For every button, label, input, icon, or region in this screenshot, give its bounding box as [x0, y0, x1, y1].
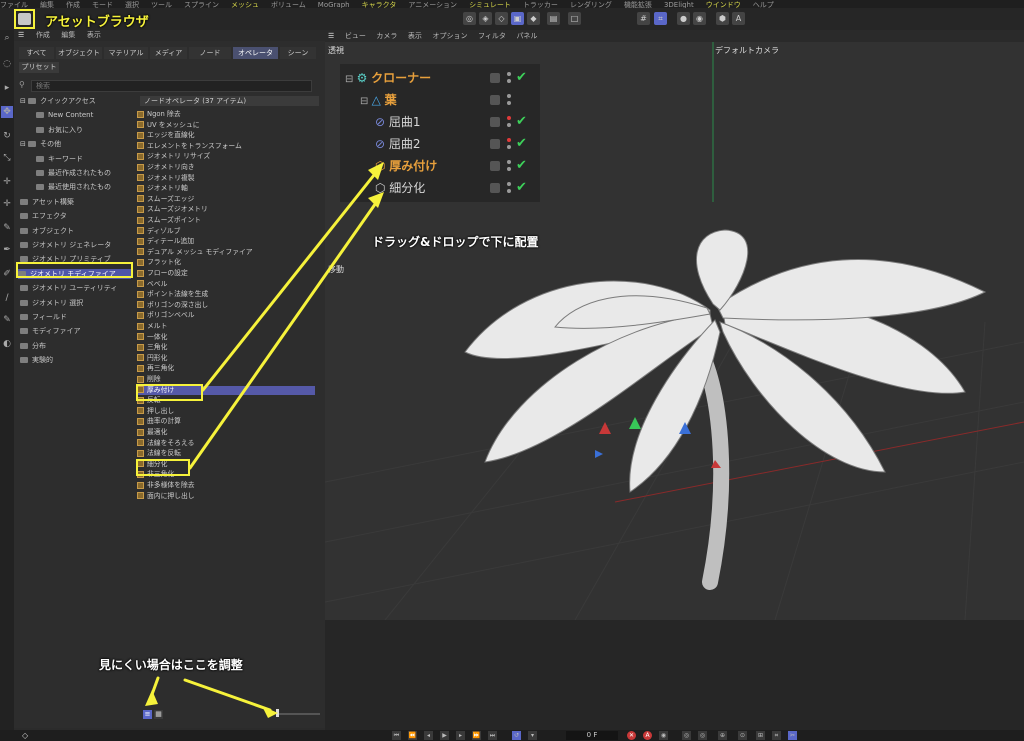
annotation-arrows [145, 162, 384, 718]
fps-icon[interactable]: ▾ [528, 731, 537, 740]
goto-start-icon[interactable]: ⏮ [392, 731, 401, 740]
frame-field[interactable]: 0 F [566, 731, 618, 740]
next-key-icon[interactable]: ⏩ [472, 731, 481, 740]
goto-end-icon[interactable]: ⏭ [488, 731, 497, 740]
record-icon[interactable]: ✕ [627, 731, 636, 740]
pos-key-icon[interactable]: ◎ [682, 731, 691, 740]
auto-key-icon[interactable]: A [643, 731, 652, 740]
keyframe-icon[interactable]: ◇ [22, 731, 31, 740]
dope-sheet-icon[interactable]: ⌗ [772, 731, 781, 740]
key-icon[interactable]: ◉ [659, 731, 668, 740]
play-icon[interactable]: ▶ [440, 731, 449, 740]
rot-key-icon[interactable]: ◎ [698, 731, 707, 740]
param-key-icon[interactable]: ⊙ [738, 731, 747, 740]
timeline-settings-icon[interactable]: ✂ [788, 731, 797, 740]
scale-key-icon[interactable]: ⊕ [718, 731, 727, 740]
prev-frame-icon[interactable]: ◂ [424, 731, 433, 740]
pla-key-icon[interactable]: ⊞ [756, 731, 765, 740]
next-frame-icon[interactable]: ▸ [456, 731, 465, 740]
drag-drop-annotation: ドラッグ&ドロップで下に配置 [372, 235, 539, 249]
loop-icon[interactable]: ↺ [512, 731, 521, 740]
prev-key-icon[interactable]: ⏪ [408, 731, 417, 740]
